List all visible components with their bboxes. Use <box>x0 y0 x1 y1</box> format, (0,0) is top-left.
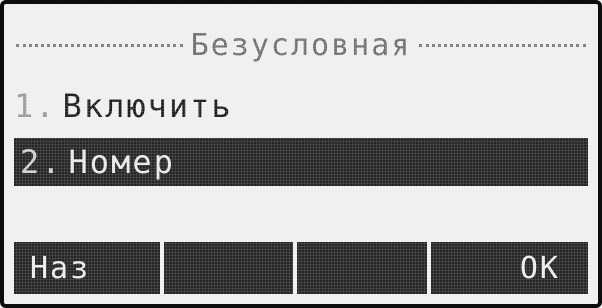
softkey-bar: Наз ОК <box>14 242 588 294</box>
softkey-blank-1[interactable] <box>163 242 293 294</box>
menu-item-label: Включить <box>62 87 233 125</box>
header-right-divider <box>419 43 586 47</box>
menu-item-label: Номер <box>68 143 175 181</box>
softkey-blank-2[interactable] <box>297 242 427 294</box>
screen-header: Безусловная <box>16 22 586 68</box>
header-left-divider <box>16 43 183 47</box>
menu-item-number: 1. <box>14 87 57 125</box>
softkey-ok[interactable]: ОК <box>430 242 588 294</box>
menu-item-number-selected[interactable]: 2. Номер <box>14 138 588 186</box>
menu-item-enable[interactable]: 1. Включить <box>14 80 588 132</box>
softkey-back[interactable]: Наз <box>14 242 160 294</box>
screen-title: Безусловная <box>190 27 412 63</box>
menu-item-number: 2. <box>20 143 63 181</box>
phone-lcd-screen: Безусловная 1. Включить 2. Номер Наз ОК <box>0 0 602 308</box>
